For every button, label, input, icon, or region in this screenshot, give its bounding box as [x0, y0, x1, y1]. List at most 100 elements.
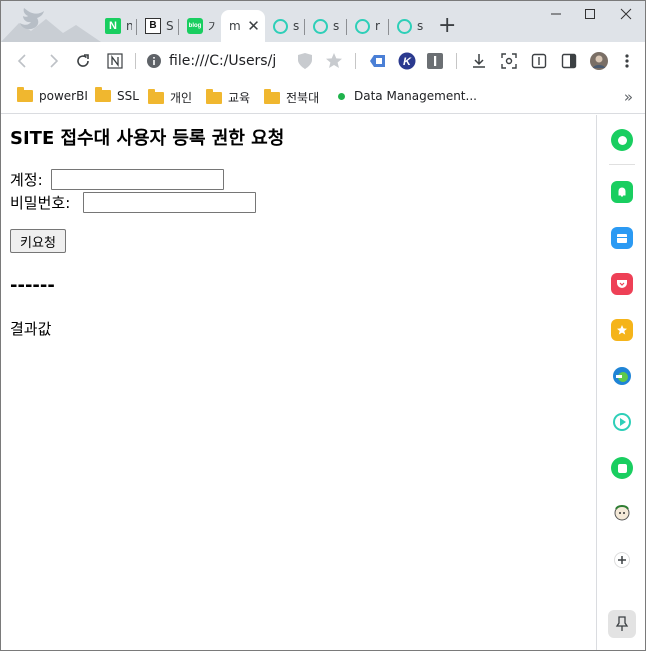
- play-icon[interactable]: [611, 411, 633, 433]
- download-icon: [473, 54, 485, 68]
- tab-label: S: [166, 19, 174, 33]
- minimize-icon: [551, 13, 561, 15]
- bookmark-education[interactable]: 교육: [206, 88, 251, 106]
- naver-icon: N: [105, 18, 121, 34]
- account-input[interactable]: [51, 169, 224, 190]
- address-bar[interactable]: file:///C:/Users/jh: [169, 53, 277, 69]
- folder-icon: [148, 88, 164, 104]
- forward-button[interactable]: [43, 51, 63, 71]
- tab-label: 기: [208, 18, 216, 35]
- sidebar-icon: [561, 53, 577, 69]
- bookmark-star-button[interactable]: [324, 51, 344, 71]
- green-circle-icon[interactable]: [611, 129, 633, 151]
- edge-icon[interactable]: [611, 365, 633, 387]
- bookmark-label: 전북대: [286, 91, 320, 105]
- tab-label: s: [333, 19, 340, 33]
- calendar-icon[interactable]: [611, 227, 633, 249]
- tab-3[interactable]: blog 기: [179, 10, 221, 42]
- pin-button[interactable]: [608, 610, 636, 638]
- blogger-b-icon: B: [145, 18, 161, 34]
- tab-5[interactable]: s: [265, 10, 305, 42]
- download-button[interactable]: [469, 51, 489, 71]
- more-vertical-icon: [625, 54, 629, 68]
- new-tab-button[interactable]: +: [438, 13, 456, 39]
- translate-extension-button[interactable]: [368, 51, 388, 71]
- back-button[interactable]: [13, 51, 33, 71]
- browser-window: N n B S blog 기 m ✕ s s r: [0, 0, 646, 651]
- bookmark-label: 개인: [170, 91, 193, 105]
- tab-7[interactable]: r: [347, 10, 389, 42]
- reload-icon: [77, 54, 89, 67]
- k-circle-icon: K: [398, 52, 416, 70]
- whale-ring-icon: [397, 18, 412, 34]
- divider-text: ------: [10, 275, 55, 296]
- reload-button[interactable]: [73, 51, 93, 71]
- avatar-icon: [590, 52, 608, 70]
- tab-8[interactable]: s: [389, 10, 431, 42]
- toolbar-divider: [135, 53, 136, 69]
- avatar-icon[interactable]: [611, 503, 633, 525]
- bookmarks-bar: powerBI SSL 개인 교육 전북대 Data Management...…: [1, 80, 645, 114]
- bookmark-label: SSL: [117, 89, 139, 103]
- window-close-button[interactable]: [615, 5, 637, 23]
- pocket-icon[interactable]: [611, 273, 633, 295]
- maximize-icon: [585, 9, 595, 19]
- side-panel-divider: [609, 164, 635, 165]
- tab-label: n: [126, 19, 132, 33]
- toolbar-divider: [456, 53, 457, 69]
- close-icon[interactable]: ✕: [247, 17, 260, 35]
- close-icon: [620, 8, 632, 20]
- folder-icon: [95, 87, 111, 102]
- tab-6[interactable]: s: [305, 10, 347, 42]
- info-icon: [147, 54, 161, 68]
- i-square-icon: [427, 53, 443, 69]
- bookmark-label: powerBI: [39, 89, 88, 103]
- capture-button[interactable]: [499, 51, 519, 71]
- arrow-right-icon: [50, 54, 59, 68]
- whale-ring-icon: [273, 18, 288, 34]
- naver-home-button[interactable]: [105, 51, 125, 71]
- folder-icon: [206, 88, 222, 104]
- bookmark-jbnu[interactable]: 전북대: [264, 88, 320, 106]
- naver-n-icon: [107, 53, 123, 69]
- profile-button[interactable]: [589, 51, 609, 71]
- bookmark-personal[interactable]: 개인: [148, 88, 193, 106]
- tab-2[interactable]: B S: [137, 10, 179, 42]
- tab-strip: N n B S blog 기 m ✕ s s r: [1, 1, 645, 42]
- maximize-button[interactable]: [579, 5, 601, 23]
- star-icon[interactable]: [611, 319, 633, 341]
- password-input[interactable]: [83, 192, 256, 213]
- site-info-button[interactable]: [144, 51, 164, 71]
- sidebar-toggle-button[interactable]: [559, 51, 579, 71]
- bookmark-powerbi[interactable]: powerBI: [17, 87, 88, 103]
- password-label: 비밀번호:: [10, 194, 71, 212]
- tab-active[interactable]: m ✕: [221, 10, 265, 42]
- reader-button[interactable]: [529, 51, 549, 71]
- screenshot-icon: [501, 53, 517, 69]
- naver-blog-icon: blog: [187, 18, 203, 34]
- reader-mode-icon: [531, 53, 547, 69]
- green-square-icon[interactable]: [611, 457, 633, 479]
- bell-icon[interactable]: [611, 181, 633, 203]
- tab-label: s: [293, 19, 300, 33]
- page-content: SITE 접수대 사용자 등록 권한 요청 계정: 비밀번호: 키요청 ----…: [1, 115, 596, 650]
- more-bookmarks-button[interactable]: »: [624, 88, 633, 106]
- k-extension-button[interactable]: K: [397, 51, 417, 71]
- minimize-button[interactable]: [545, 5, 567, 23]
- bookmark-data-management[interactable]: Data Management...: [335, 89, 477, 103]
- twitter-bird-decoration-icon: [1, 8, 101, 42]
- translate-tag-icon: [370, 55, 385, 67]
- whale-ring-icon: [313, 18, 328, 34]
- tab-1[interactable]: N n: [97, 10, 137, 42]
- account-label: 계정:: [10, 171, 43, 189]
- svg-text:K: K: [403, 56, 412, 68]
- pin-icon: [615, 616, 629, 631]
- bookmark-ssl[interactable]: SSL: [95, 87, 139, 103]
- key-request-button[interactable]: 키요청: [10, 229, 66, 253]
- i-extension-button[interactable]: [425, 51, 445, 71]
- bookmark-label: 교육: [228, 91, 251, 105]
- folder-icon: [17, 87, 33, 102]
- shield-button[interactable]: [295, 51, 315, 71]
- menu-button[interactable]: [617, 51, 637, 71]
- plus-icon[interactable]: [611, 549, 633, 571]
